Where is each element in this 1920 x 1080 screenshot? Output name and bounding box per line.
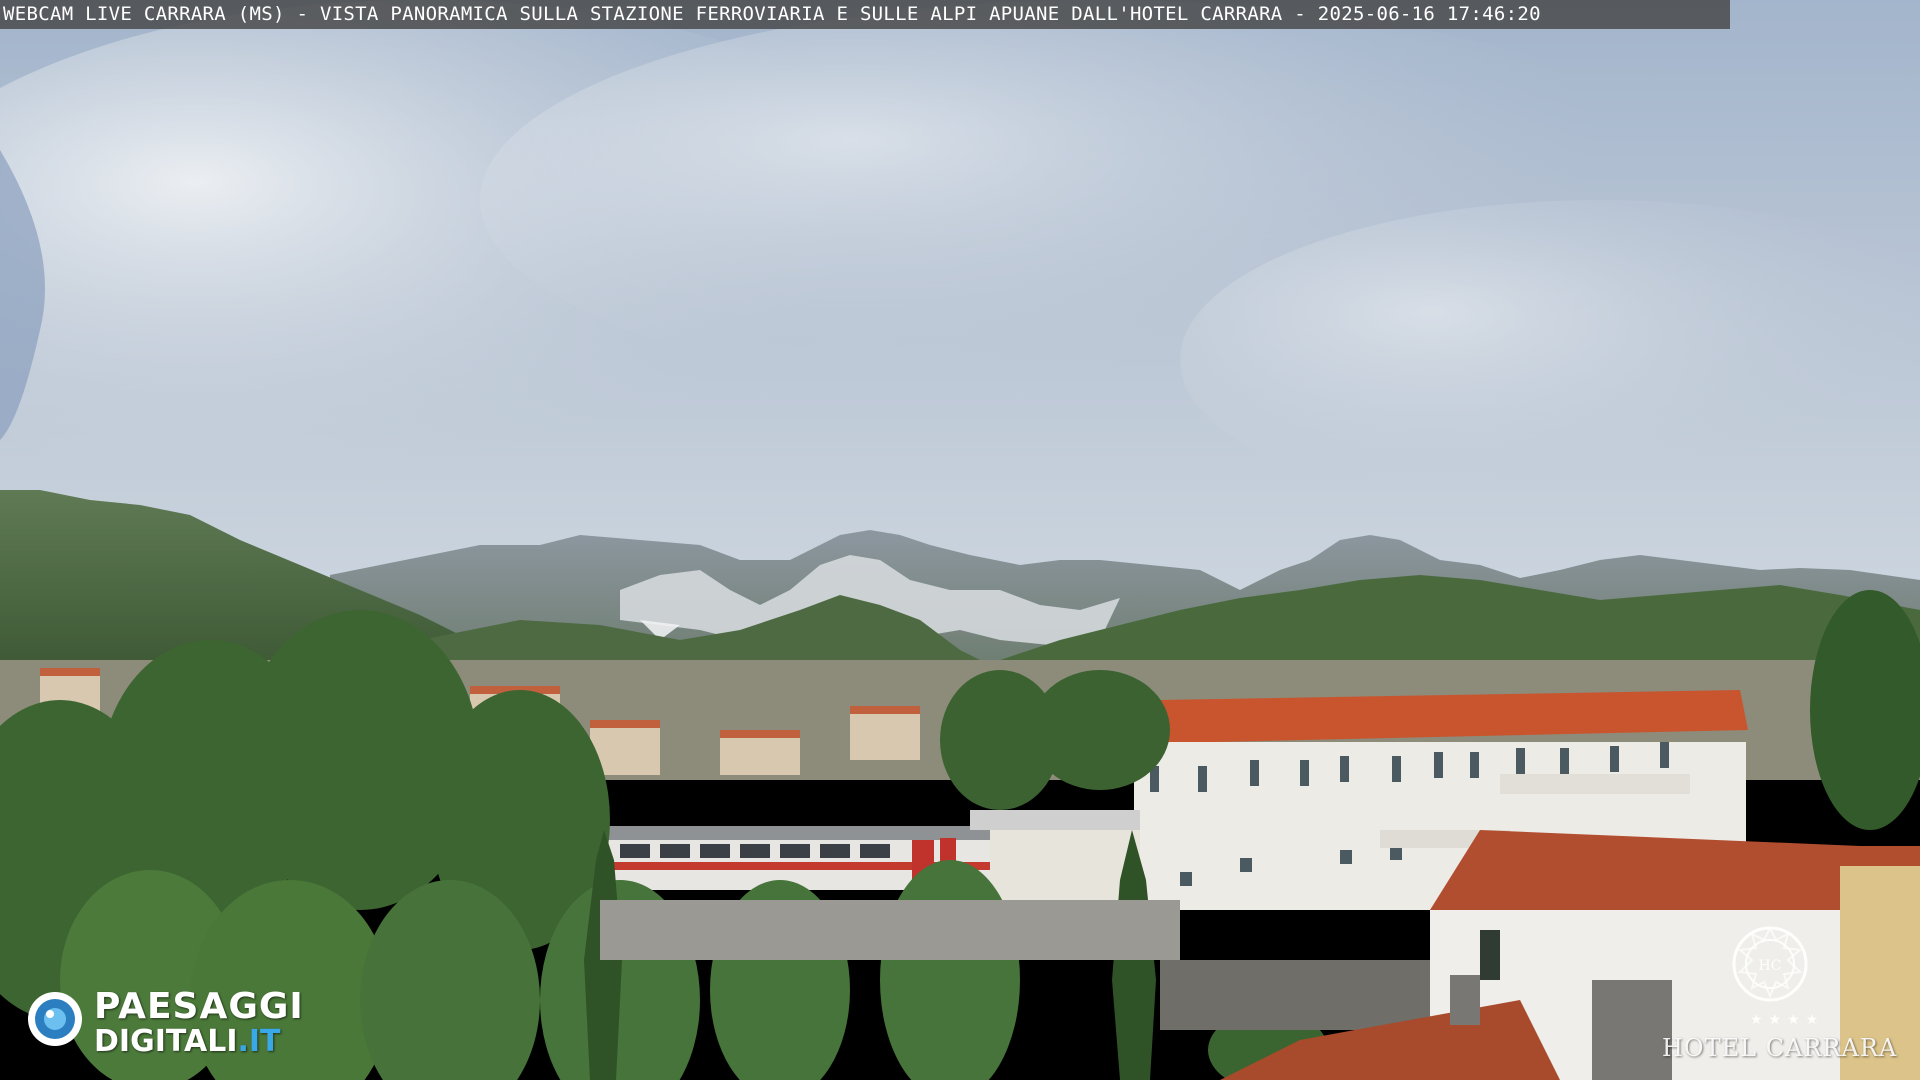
hotel-crest-icon: HC: [1732, 925, 1808, 1002]
hotel-name: HOTEL CARRARA: [1662, 1034, 1898, 1062]
brand-tld: .IT: [237, 1024, 281, 1059]
brand-line1: PAESAGGI: [94, 986, 304, 1027]
platform: [600, 900, 1180, 960]
svg-text:HC: HC: [1759, 958, 1782, 974]
webcam-frame: WEBCAM LIVE CARRARA (MS) - VISTA PANORAM…: [0, 0, 1920, 1080]
timestamp-caption: WEBCAM LIVE CARRARA (MS) - VISTA PANORAM…: [0, 0, 1730, 29]
brand-main: DIGITALI: [94, 1024, 238, 1059]
paesaggi-digitali-watermark: PAESAGGI DIGITALI.IT: [26, 986, 326, 1059]
webcam-scene: [0, 0, 1920, 1080]
hotel-carrara-watermark: HC ★★★★ HOTEL CARRARA: [1656, 920, 1916, 1070]
hotel-stars: ★★★★: [1750, 1012, 1825, 1028]
camera-lens-icon: [28, 992, 82, 1046]
brand-line2: DIGITALI.IT: [94, 1024, 281, 1059]
